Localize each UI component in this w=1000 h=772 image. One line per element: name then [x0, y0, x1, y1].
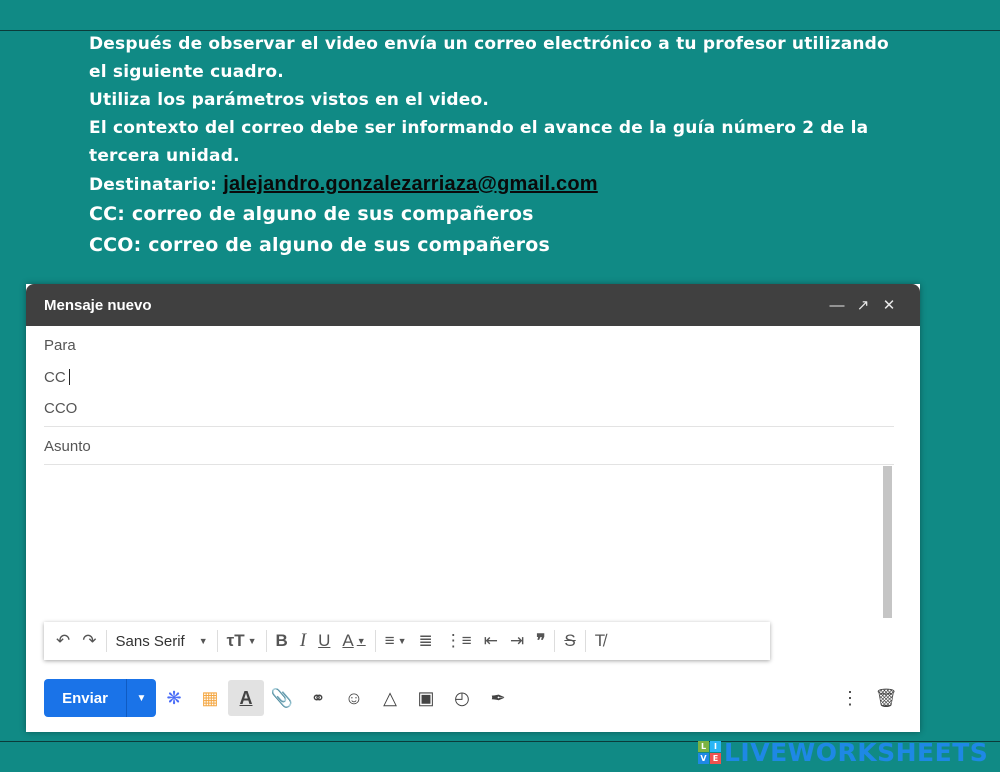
signature-icon[interactable]: ✒: [480, 680, 516, 716]
logo-letter-e: E: [710, 753, 721, 764]
cco-label: CCO: [44, 400, 78, 417]
bulleted-list-icon[interactable]: ⋮≡: [439, 622, 478, 660]
fullscreen-icon[interactable]: ↗: [850, 296, 876, 314]
toolbar-divider: [584, 630, 586, 652]
to-label: Para: [44, 337, 76, 354]
cc-label: CC: [44, 369, 66, 386]
instructions: Después de observar el video envía un co…: [89, 30, 894, 261]
toolbar-divider: [374, 630, 376, 652]
logo-letter-i: I: [710, 741, 721, 752]
minimize-icon[interactable]: —: [824, 297, 850, 314]
quote-icon[interactable]: ❞: [530, 622, 551, 660]
confidential-icon[interactable]: ❋: [156, 680, 192, 716]
text-size-icon[interactable]: τT ▼: [221, 622, 263, 660]
send-button[interactable]: Enviar: [44, 679, 126, 717]
logo-text: LIVEWORKSHEETS: [724, 738, 989, 767]
lock-clock-icon[interactable]: ◴: [444, 680, 480, 716]
drive-icon[interactable]: △: [372, 680, 408, 716]
chevron-down-icon: ▼: [198, 636, 208, 646]
chevron-down-icon: ▼: [356, 636, 366, 646]
font-name: Sans Serif: [115, 632, 185, 650]
photo-icon[interactable]: ▣: [408, 680, 444, 716]
font-select[interactable]: Sans Serif ▼: [110, 622, 214, 660]
attach-icon[interactable]: 📎: [264, 680, 300, 716]
compose-header: Mensaje nuevo — ↗ ✕: [26, 284, 920, 326]
toolbar-divider: [265, 630, 267, 652]
cco-instruction: CCO: correo de alguno de sus compañeros: [89, 234, 550, 256]
indent-more-icon[interactable]: ⇥: [504, 622, 530, 660]
field-divider: [44, 426, 894, 427]
link-icon[interactable]: ⚭: [300, 680, 336, 716]
toolbar-divider: [216, 630, 218, 652]
delete-icon[interactable]: 🗑: [868, 680, 904, 716]
emoji-icon[interactable]: ☺: [336, 680, 372, 716]
strikethrough-icon[interactable]: S: [558, 622, 581, 660]
chevron-down-icon: ▼: [397, 636, 407, 646]
align-icon[interactable]: ≡ ▼: [379, 622, 413, 660]
recipient-email-link[interactable]: jalejandro.gonzalezarriaza@gmail.com: [223, 173, 598, 195]
send-options-icon[interactable]: ▼: [126, 679, 156, 717]
text-cursor: [68, 369, 70, 385]
compose-window: Mensaje nuevo — ↗ ✕ Para CC CCO Asunto ↶…: [26, 284, 920, 732]
toolbar-divider: [554, 630, 556, 652]
cc-instruction: CC: correo de alguno de sus compañeros: [89, 203, 534, 225]
body-scrollbar[interactable]: [883, 466, 892, 618]
compose-title: Mensaje nuevo: [44, 296, 152, 314]
cc-field[interactable]: CC: [44, 369, 70, 386]
undo-icon[interactable]: ↶: [50, 622, 76, 660]
close-icon[interactable]: ✕: [876, 296, 902, 314]
recipient-label: Destinatario:: [89, 175, 218, 195]
liveworksheets-logo: L I V E LIVEWORKSHEETS: [698, 738, 988, 767]
cco-field[interactable]: CCO: [44, 400, 77, 417]
underline-icon[interactable]: U: [312, 622, 336, 660]
instruction-line-2: el siguiente cuadro.: [89, 62, 284, 82]
redo-icon[interactable]: ↷: [76, 622, 102, 660]
chevron-down-icon: ▼: [247, 636, 257, 646]
instruction-line-4: El contexto del correo debe ser informan…: [89, 118, 869, 138]
logo-mark: L I V E: [698, 741, 721, 764]
logo-letter-l: L: [698, 741, 709, 752]
italic-icon[interactable]: I: [294, 622, 312, 660]
clear-formatting-icon[interactable]: T̸: [589, 622, 611, 660]
send-row: Enviar ▼ ❋ ▦ A 📎 ⚭ ☺ △ ▣ ◴ ✒ ⋮ 🗑: [44, 678, 904, 718]
bold-icon[interactable]: B: [270, 622, 294, 660]
recipient-line: Destinatario: jalejandro.gonzalezarriaza@…: [89, 170, 894, 199]
emoji-palette-icon[interactable]: ▦: [192, 680, 228, 716]
subject-field[interactable]: Asunto: [44, 438, 91, 455]
indent-less-icon[interactable]: ⇤: [478, 622, 504, 660]
text-color-icon[interactable]: A ▼: [336, 622, 371, 660]
formatting-toolbar: ↶ ↷ Sans Serif ▼ τT ▼ B I U A ▼ ≡ ▼ ≣ ⋮≡ ⇤ ⇥…: [44, 622, 770, 660]
instruction-line-1: Después de observar el video envía un co…: [89, 34, 889, 54]
toolbar-divider: [105, 630, 107, 652]
subject-divider: [44, 464, 894, 465]
more-options-icon[interactable]: ⋮: [832, 680, 868, 716]
formatting-toggle-icon[interactable]: A: [228, 680, 264, 716]
instruction-line-5: tercera unidad.: [89, 146, 240, 166]
subject-placeholder: Asunto: [44, 438, 91, 455]
numbered-list-icon[interactable]: ≣: [413, 622, 439, 660]
to-field[interactable]: Para: [44, 337, 76, 354]
logo-letter-v: V: [698, 753, 709, 764]
instruction-line-3: Utiliza los parámetros vistos en el vide…: [89, 90, 490, 110]
